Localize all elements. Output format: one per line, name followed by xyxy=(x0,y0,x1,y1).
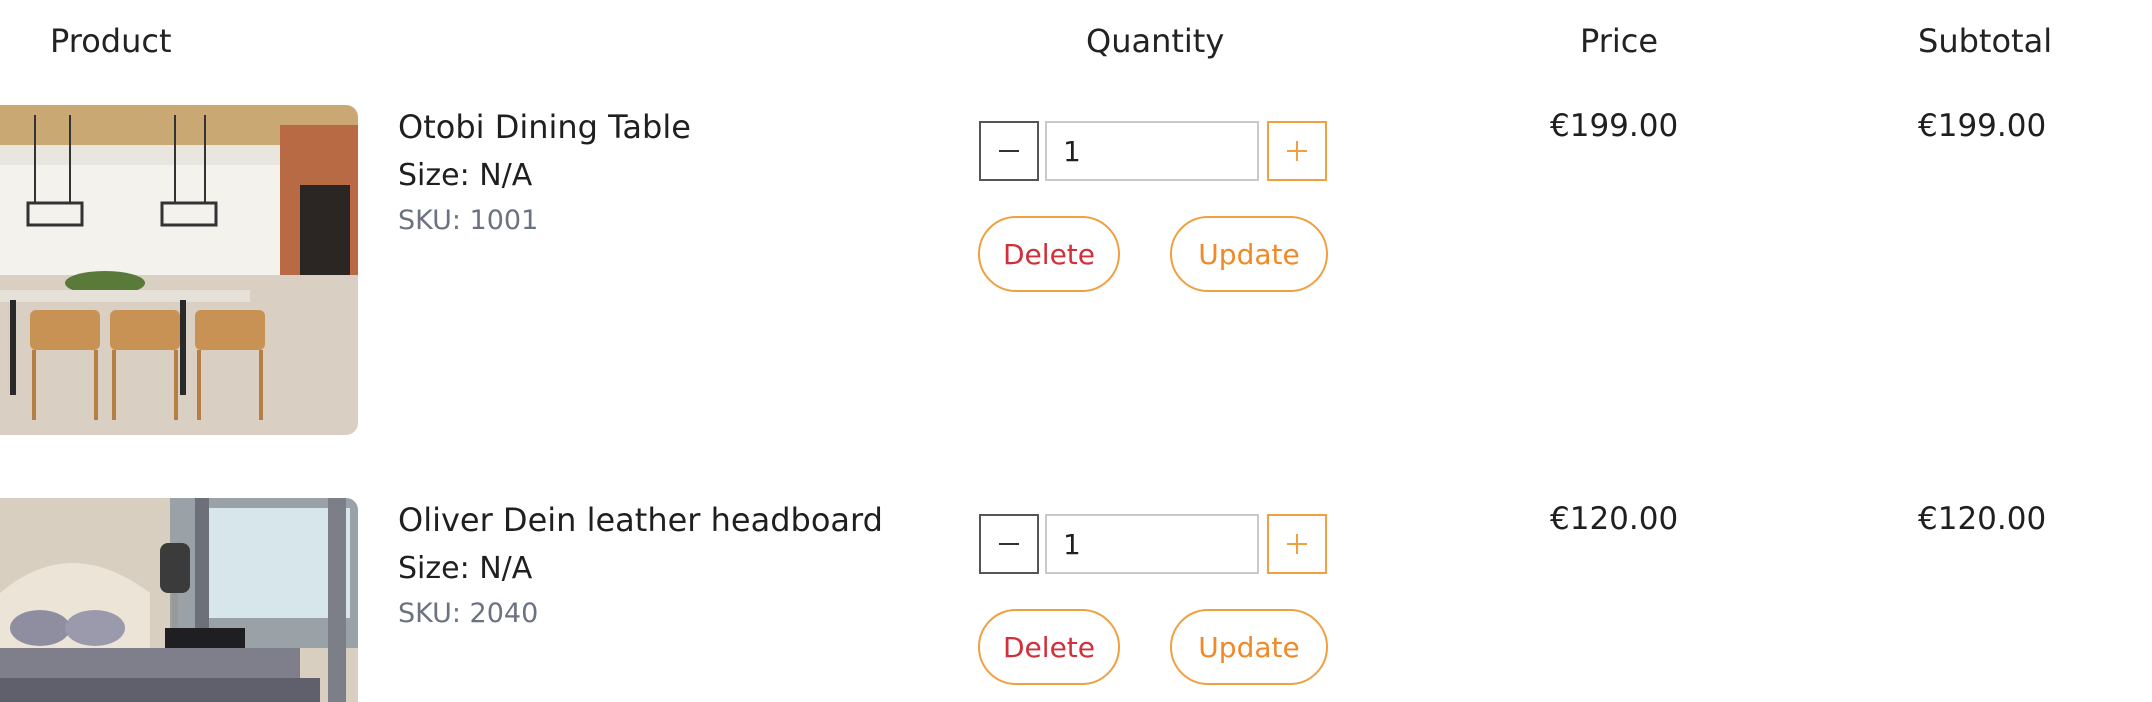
column-header-subtotal: Subtotal xyxy=(1918,22,2053,60)
plus-icon xyxy=(1287,141,1307,161)
plus-icon xyxy=(1287,534,1307,554)
update-button[interactable]: Update xyxy=(1170,609,1328,685)
minus-icon xyxy=(999,543,1019,545)
column-header-price: Price xyxy=(1580,22,1659,60)
column-header-product: Product xyxy=(50,22,172,60)
product-image[interactable] xyxy=(0,105,358,435)
item-price: €199.00 xyxy=(1550,108,1679,144)
product-sku: SKU: 1001 xyxy=(398,205,539,236)
product-name[interactable]: Otobi Dining Table xyxy=(398,108,691,146)
quantity-increase-button[interactable] xyxy=(1267,121,1327,181)
update-button[interactable]: Update xyxy=(1170,216,1328,292)
cart-table: Product Quantity Price Subtotal Otobi Di… xyxy=(0,0,2152,702)
product-image[interactable] xyxy=(0,498,358,702)
delete-button[interactable]: Delete xyxy=(978,609,1120,685)
product-name[interactable]: Oliver Dein leather headboard xyxy=(398,501,883,539)
delete-button[interactable]: Delete xyxy=(978,216,1120,292)
item-subtotal: €120.00 xyxy=(1918,501,2047,537)
product-sku: SKU: 2040 xyxy=(398,598,539,629)
column-header-quantity: Quantity xyxy=(1086,22,1225,60)
quantity-decrease-button[interactable] xyxy=(979,121,1039,181)
minus-icon xyxy=(999,150,1019,152)
item-subtotal: €199.00 xyxy=(1918,108,2047,144)
quantity-decrease-button[interactable] xyxy=(979,514,1039,574)
bedroom-photo-icon xyxy=(0,498,358,702)
quantity-input[interactable] xyxy=(1045,121,1259,181)
product-size: Size: N/A xyxy=(398,158,533,193)
dining-room-photo-icon xyxy=(0,105,358,435)
quantity-input[interactable] xyxy=(1045,514,1259,574)
quantity-increase-button[interactable] xyxy=(1267,514,1327,574)
item-price: €120.00 xyxy=(1550,501,1679,537)
product-size: Size: N/A xyxy=(398,551,533,586)
